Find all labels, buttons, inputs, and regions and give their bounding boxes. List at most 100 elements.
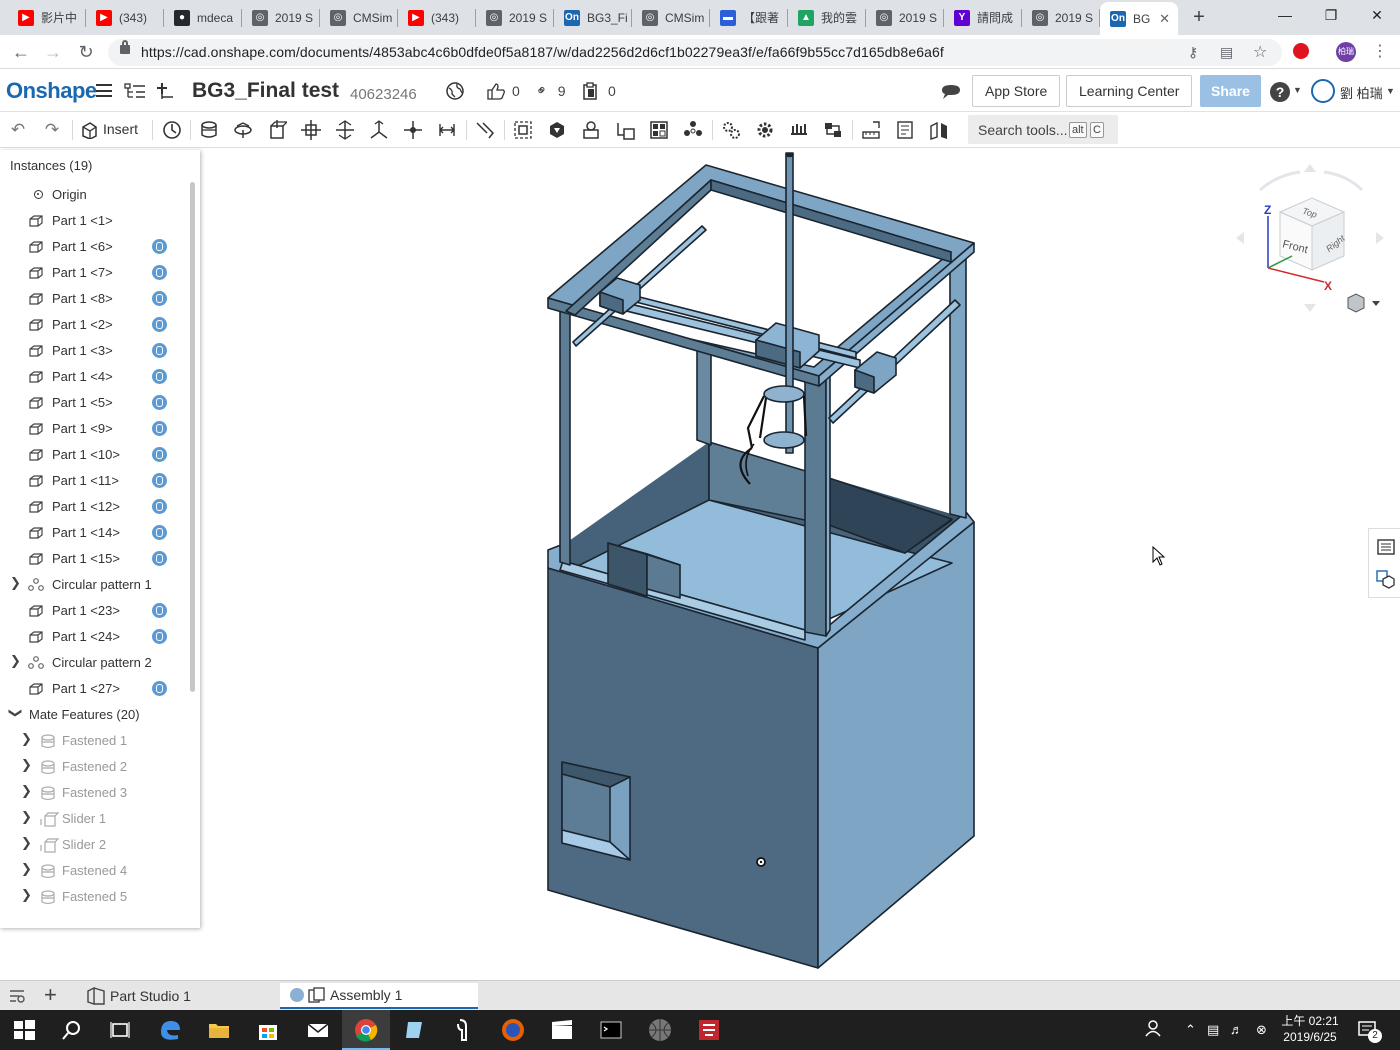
redo-icon[interactable]: ↷: [42, 120, 62, 140]
rotate-right-icon[interactable]: [1376, 232, 1384, 244]
expand-chevron-icon[interactable]: ❯: [21, 887, 32, 903]
linear-pattern-icon[interactable]: [649, 120, 669, 140]
group-icon[interactable]: [547, 120, 567, 140]
feature-list-icon[interactable]: [124, 82, 146, 100]
close-window-icon[interactable]: ✕: [1354, 4, 1400, 28]
expand-chevron-icon[interactable]: ❯: [21, 809, 32, 825]
measure-icon[interactable]: [861, 120, 881, 140]
mate-row[interactable]: ❯ Fastened 5: [0, 884, 190, 910]
gear-icon[interactable]: [755, 120, 775, 140]
browser-tab[interactable]: ▶ (343): [86, 5, 164, 30]
parallel-mate-icon[interactable]: [437, 120, 457, 140]
back-icon[interactable]: ←: [10, 42, 32, 63]
tray-expand-icon[interactable]: ⌃: [1185, 1022, 1196, 1038]
user-avatar-icon[interactable]: [1311, 79, 1335, 103]
instance-row[interactable]: Part 1 <7>: [0, 260, 190, 286]
screw-relation-icon[interactable]: [823, 120, 843, 140]
instance-row[interactable]: Part 1 <6>: [0, 234, 190, 260]
browser-tab[interactable]: ▬ 【跟著: [710, 5, 788, 30]
user-dropdown-icon[interactable]: ▼: [1386, 86, 1395, 96]
help-dropdown-icon[interactable]: ▼: [1293, 85, 1302, 95]
tab-assembly[interactable]: Assembly 1: [280, 983, 478, 1009]
reload-icon[interactable]: ↻: [75, 42, 97, 63]
help-icon[interactable]: ?: [1270, 82, 1290, 102]
volume-icon[interactable]: ♬: [1230, 1022, 1243, 1037]
file-explorer-icon[interactable]: [207, 1018, 231, 1042]
task-view-icon[interactable]: [108, 1018, 132, 1042]
bookmark-star-icon[interactable]: ☆: [1253, 42, 1267, 62]
browser-tab[interactable]: ◎ CMSim: [632, 5, 710, 30]
appearance-panel-icon[interactable]: [1377, 539, 1395, 555]
terminal-icon[interactable]: [599, 1018, 623, 1042]
browser-menu-icon[interactable]: ⋮: [1372, 41, 1388, 61]
rotate-up-icon[interactable]: [1304, 164, 1316, 172]
browser-tab[interactable]: On BG3_Fi: [554, 5, 632, 30]
browser-tab[interactable]: ▶ (343): [398, 5, 476, 30]
mate-row[interactable]: ❯ Fastened 3: [0, 780, 190, 806]
close-tab-icon[interactable]: ✕: [1159, 11, 1170, 27]
view-cube[interactable]: Top Front Right Z X: [1232, 160, 1392, 320]
network-icon[interactable]: ▤: [1207, 1022, 1219, 1038]
instance-row[interactable]: Part 1 <23>: [0, 598, 190, 624]
add-tab-icon[interactable]: +: [44, 982, 57, 1008]
instance-row[interactable]: ❯ Circular pattern 2: [0, 650, 190, 676]
forward-icon[interactable]: →: [42, 42, 64, 63]
rotate-left-icon[interactable]: [1236, 232, 1244, 244]
learning-center-button[interactable]: Learning Center: [1066, 75, 1193, 107]
collapse-chevron-icon[interactable]: ❯: [7, 708, 23, 719]
new-tab-icon[interactable]: +: [1188, 6, 1210, 29]
instance-insert-icon[interactable]: [157, 82, 177, 100]
expand-chevron-icon[interactable]: ❯: [21, 835, 32, 851]
instance-row[interactable]: Part 1 <14>: [0, 520, 190, 546]
instance-row[interactable]: Part 1 <11>: [0, 468, 190, 494]
mate-features-header[interactable]: ❯ Mate Features (20): [0, 702, 190, 728]
rotate-down-icon[interactable]: [1304, 304, 1316, 312]
instance-row[interactable]: Part 1 <24>: [0, 624, 190, 650]
windows-start-icon[interactable]: [12, 1018, 36, 1042]
mate-row[interactable]: ❯ Slider 2: [0, 832, 190, 858]
expand-chevron-icon[interactable]: ❯: [21, 757, 32, 773]
ball-mate-icon[interactable]: [403, 120, 423, 140]
mate-connector-icon[interactable]: [513, 120, 533, 140]
browser-tab[interactable]: On BG ✕: [1100, 2, 1178, 35]
links-button[interactable]: ⚭ 9: [532, 80, 566, 100]
instance-row[interactable]: ❯ Circular pattern 1: [0, 572, 190, 598]
minimize-icon[interactable]: —: [1262, 4, 1308, 28]
expand-chevron-icon[interactable]: ❯: [21, 783, 32, 799]
rack-pinion-icon[interactable]: [789, 120, 809, 140]
key-icon[interactable]: ⚷: [1188, 44, 1198, 61]
system-clock[interactable]: 上午 02:21 2019/6/25: [1278, 1013, 1342, 1045]
address-bar[interactable]: https://cad.onshape.com/documents/4853ab…: [108, 39, 1282, 66]
inkscape-icon[interactable]: [452, 1018, 476, 1042]
browser-tab[interactable]: ● mdeca: [164, 5, 242, 30]
expand-chevron-icon[interactable]: ❯: [10, 653, 21, 669]
circular-pattern-icon[interactable]: [683, 120, 703, 140]
panel-scrollbar[interactable]: [190, 182, 195, 692]
input-method-icon[interactable]: ⊗: [1256, 1022, 1267, 1038]
mate-row[interactable]: ❯ Fastened 4: [0, 858, 190, 884]
public-globe-icon[interactable]: [446, 82, 464, 100]
instance-row[interactable]: Part 1 <12>: [0, 494, 190, 520]
video-editor-icon[interactable]: [550, 1018, 574, 1042]
browser-tab[interactable]: ◎ 2019 S: [866, 5, 944, 30]
onshape-logo[interactable]: Onshape: [6, 78, 97, 104]
mate-row[interactable]: ❯ Fastened 2: [0, 754, 190, 780]
instance-row[interactable]: Part 1 <27>: [0, 676, 190, 702]
store-icon[interactable]: [256, 1018, 280, 1042]
copies-button[interactable]: 0: [582, 82, 616, 100]
extension-icon[interactable]: [1293, 43, 1309, 59]
planar-mate-icon[interactable]: [301, 120, 321, 140]
app-icon[interactable]: [697, 1018, 721, 1042]
profile-avatar[interactable]: 柏瑞: [1336, 42, 1356, 62]
slider-mate-icon[interactable]: [267, 120, 287, 140]
hamburger-menu-icon[interactable]: [96, 84, 112, 97]
instance-row[interactable]: Part 1 <15>: [0, 546, 190, 572]
search-icon[interactable]: [60, 1018, 84, 1042]
firefox-icon[interactable]: [501, 1018, 525, 1042]
bom-panel-icon[interactable]: [1375, 569, 1395, 589]
people-icon[interactable]: [1145, 1018, 1169, 1042]
instance-row[interactable]: Part 1 <10>: [0, 442, 190, 468]
undo-icon[interactable]: ↶: [8, 120, 28, 140]
like-button[interactable]: 0: [486, 82, 520, 100]
comments-icon[interactable]: [940, 83, 962, 100]
